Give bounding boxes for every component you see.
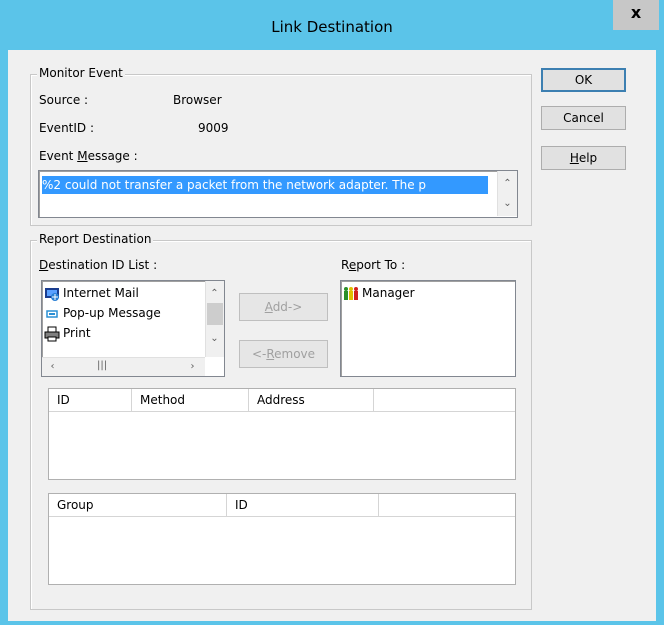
source-label: Source :	[39, 93, 89, 107]
column-header-address[interactable]: Address	[249, 389, 374, 411]
dialog-window: Link Destination x Monitor Event Source …	[0, 0, 664, 625]
dialog-client-area: Monitor Event Source : Browser EventID :…	[8, 50, 656, 621]
remove-button-rest: emove	[274, 347, 316, 361]
event-message-label-pre: Event	[39, 149, 78, 163]
destination-item-label: Print	[63, 326, 91, 340]
column-header-method[interactable]: Method	[132, 389, 249, 411]
event-message-field[interactable]: %2 could not transfer a packet from the …	[38, 170, 518, 218]
event-message-text[interactable]: %2 could not transfer a packet from the …	[42, 176, 488, 194]
scroll-right-icon[interactable]: ›	[184, 358, 201, 375]
list-item[interactable]: Print	[44, 323, 91, 343]
add-button-rest: dd->	[272, 300, 303, 314]
destination-id-list-label-rest: estination ID List :	[48, 258, 158, 272]
cancel-button[interactable]: Cancel	[541, 106, 626, 130]
remove-button[interactable]: <-Remove	[239, 340, 328, 368]
method-address-table[interactable]: ID Method Address	[48, 388, 516, 480]
report-to-label: Report To :	[341, 258, 405, 272]
event-message-label-accel: M	[77, 149, 88, 163]
destination-id-list-label: Destination ID List :	[39, 258, 157, 272]
destination-item-label: Internet Mail	[63, 286, 139, 300]
table-header: Group ID	[49, 494, 515, 517]
table-header: ID Method Address	[49, 389, 515, 412]
scroll-thumb-grip-icon[interactable]: |||	[97, 360, 107, 371]
scroll-thumb[interactable]	[207, 303, 223, 325]
scroll-up-icon[interactable]: ⌃	[499, 175, 516, 192]
destination-id-list[interactable]: Internet Mail Pop-up Message Print ⌃ ⌄ ‹	[41, 280, 225, 377]
destination-id-list-label-accel: D	[39, 258, 49, 272]
report-to-list[interactable]: Manager	[340, 280, 516, 377]
eventid-label: EventID :	[39, 121, 95, 135]
help-button-rest: elp	[578, 151, 598, 165]
report-to-label-rest: port To :	[356, 258, 406, 272]
window-title: Link Destination	[271, 18, 393, 36]
add-button[interactable]: Add->	[239, 293, 328, 321]
destination-list-hscroll[interactable]: ‹ ||| ›	[42, 357, 205, 376]
report-to-item-label: Manager	[362, 286, 415, 300]
eventid-value: 9009	[198, 121, 229, 135]
help-button[interactable]: Help	[541, 146, 626, 170]
list-item[interactable]: Internet Mail	[44, 283, 139, 303]
report-to-label-pre: R	[341, 258, 349, 272]
printer-icon	[44, 326, 60, 341]
list-item[interactable]: Manager	[343, 283, 415, 303]
remove-button-pre: <-	[251, 347, 267, 361]
event-message-scrollbar[interactable]: ⌃ ⌄	[497, 171, 517, 216]
column-header-group[interactable]: Group	[49, 494, 227, 516]
monitor-event-group-label: Monitor Event	[37, 66, 125, 80]
popup-message-icon	[46, 309, 58, 318]
close-button[interactable]: x	[613, 0, 659, 30]
report-destination-group-label: Report Destination	[37, 232, 154, 246]
scroll-left-icon[interactable]: ‹	[44, 358, 61, 375]
scroll-down-icon[interactable]: ⌄	[499, 195, 516, 212]
help-button-accel: H	[569, 151, 579, 165]
scroll-up-icon[interactable]: ⌃	[206, 285, 223, 302]
remove-button-accel: R	[266, 347, 275, 361]
event-message-label-post: essage :	[87, 149, 138, 163]
column-header-id[interactable]: ID	[49, 389, 132, 411]
event-message-label: Event Message :	[39, 149, 138, 163]
scroll-down-icon[interactable]: ⌄	[206, 330, 223, 347]
source-value: Browser	[173, 93, 222, 107]
destination-list-vscroll[interactable]: ⌃ ⌄	[205, 281, 224, 357]
ok-button[interactable]: OK	[541, 68, 626, 92]
group-people-icon	[344, 286, 358, 300]
internet-mail-icon	[45, 287, 59, 301]
add-button-accel: A	[264, 300, 273, 314]
group-id-table[interactable]: Group ID	[48, 493, 516, 585]
destination-item-label: Pop-up Message	[63, 306, 161, 320]
column-header-id[interactable]: ID	[227, 494, 379, 516]
list-item[interactable]: Pop-up Message	[44, 303, 161, 323]
close-icon: x	[630, 3, 642, 22]
title-bar[interactable]: Link Destination x	[0, 0, 664, 50]
